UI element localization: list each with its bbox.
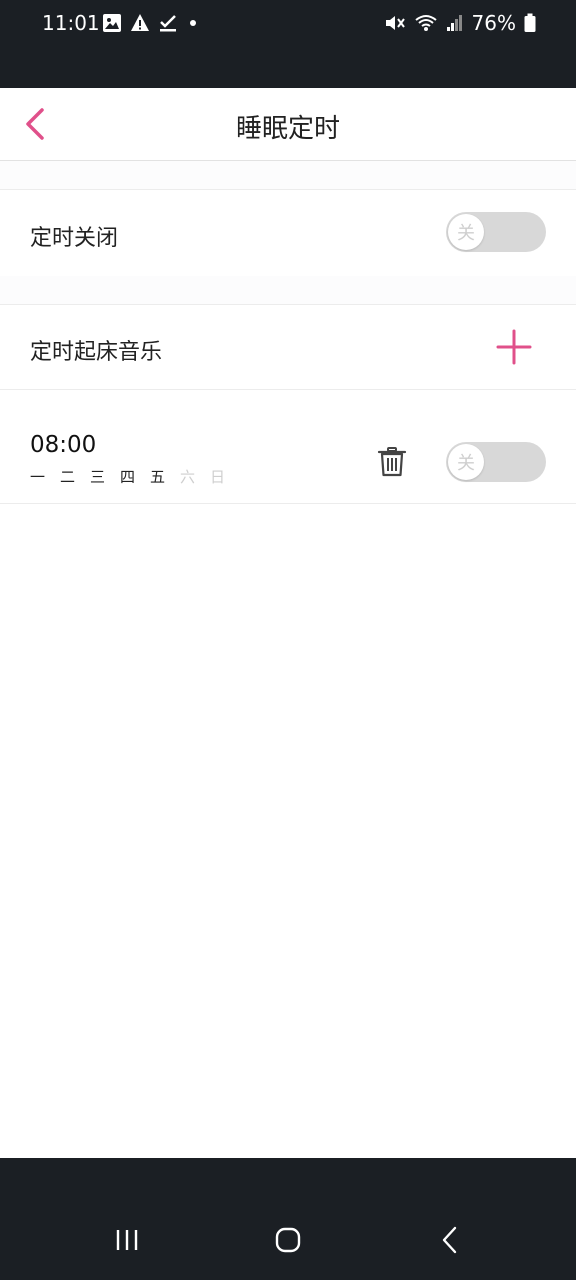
nav-back-button[interactable] [428, 1218, 472, 1262]
timer-off-label: 定时关闭 [30, 226, 119, 251]
wifi-icon [414, 15, 437, 31]
status-right-icons: 76% [384, 11, 536, 35]
wake-music-row[interactable]: 定时起床音乐 [0, 305, 576, 389]
dot-icon [190, 20, 196, 26]
section-spacer [0, 161, 576, 189]
app-header: 睡眠定时 [0, 88, 576, 161]
check-icon [160, 15, 176, 32]
status-bar: 11:01 76% [0, 0, 576, 88]
toggle-knob: 关 [448, 214, 484, 250]
wake-music-label: 定时起床音乐 [30, 340, 163, 365]
home-button[interactable] [266, 1218, 310, 1262]
plus-icon [496, 329, 532, 365]
timer-off-row: 定时关闭 关 [0, 190, 576, 276]
battery-icon [524, 13, 536, 32]
trash-icon [377, 447, 407, 477]
page-title: 睡眠定时 [235, 114, 340, 144]
mute-icon [385, 16, 405, 30]
day-sun: 日 [210, 468, 226, 486]
recent-apps-icon [116, 1230, 138, 1250]
alarm-toggle[interactable]: 关 [446, 442, 546, 482]
delete-alarm-button[interactable] [376, 446, 408, 478]
add-wake-music-button[interactable] [494, 327, 534, 367]
day-wed: 三 [90, 468, 106, 486]
day-sat: 六 [180, 468, 196, 486]
day-tue: 二 [60, 468, 76, 486]
status-time: 11:01 [42, 11, 100, 35]
warning-icon [131, 14, 149, 31]
section-spacer [0, 276, 576, 304]
divider [0, 503, 576, 504]
day-fri: 五 [150, 468, 166, 486]
battery-percent: 76% [471, 11, 516, 35]
timer-off-toggle[interactable]: 关 [446, 212, 546, 252]
image-icon [103, 14, 121, 32]
toggle-knob: 关 [448, 444, 484, 480]
divider [0, 389, 576, 390]
recent-apps-button[interactable] [105, 1218, 149, 1262]
status-left-icons [102, 13, 200, 33]
home-icon [275, 1227, 301, 1253]
back-icon [442, 1226, 457, 1254]
alarm-time: 08:00 [30, 432, 97, 458]
alarm-days: 一 二 三 四 五 六 日 [30, 466, 240, 487]
signal-icon [446, 15, 462, 31]
day-mon: 一 [30, 468, 46, 486]
day-thu: 四 [120, 468, 136, 486]
system-nav-bar [0, 1158, 576, 1280]
